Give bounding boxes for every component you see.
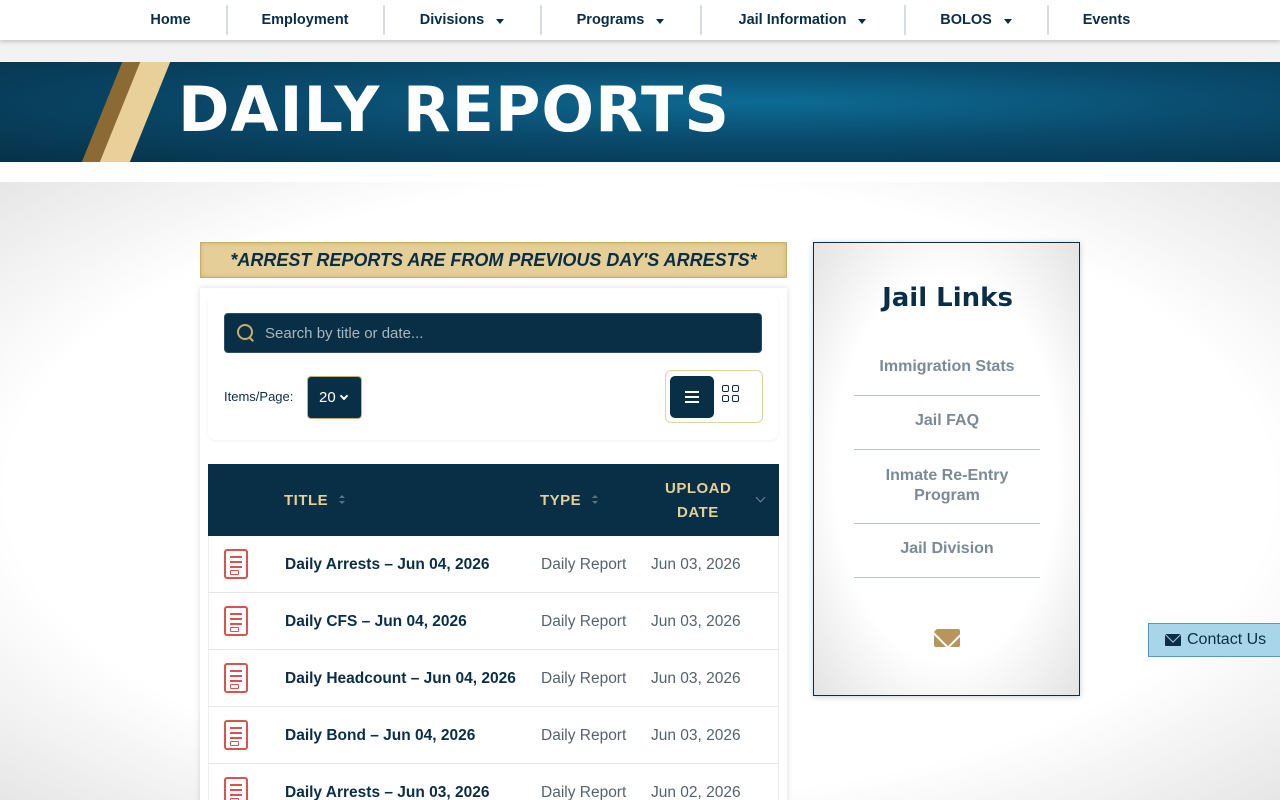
page-title: DAILY REPORTS [178,73,730,146]
sidebar-link-immigration-stats[interactable]: Immigration Stats [854,358,1040,376]
nav-programs-label: Programs [576,12,645,28]
grid-icon [722,385,729,392]
page-banner: DAILY REPORTS [0,62,1280,162]
table-header: TITLE TYPE UPLOAD DATE [208,464,779,536]
grid-icon [722,395,729,402]
column-upload-date[interactable]: UPLOAD [665,480,731,497]
sort-icon[interactable] [339,495,345,505]
view-toggle [665,370,763,423]
row-title-link[interactable]: Daily Arrests – Jun 04, 2026 [285,556,490,574]
row-type: Daily Report [541,613,627,630]
banner-divider [0,162,1280,182]
table-row[interactable]: Daily Bond – Jun 04, 2026 Daily Report J… [208,707,779,764]
nav-jail-information[interactable]: Jail Information [702,0,904,40]
sidebar-link-jail-division[interactable]: Jail Division [854,540,1040,558]
grid-view-button[interactable] [722,384,740,402]
nav-events[interactable]: Events [1049,0,1165,40]
nav-employment[interactable]: Employment [228,0,383,40]
nav-bolos-label: BOLOS [940,12,992,28]
row-title-link[interactable]: Daily Bond – Jun 04, 2026 [285,727,475,745]
table-row[interactable]: Daily Headcount – Jun 04, 2026 Daily Rep… [208,650,779,707]
table-row[interactable]: Daily Arrests – Jun 04, 2026 Daily Repor… [208,536,779,593]
column-upload-date-line2[interactable]: DATE [677,504,719,521]
nav-programs[interactable]: Programs [542,0,700,40]
row-title-link[interactable]: Daily Arrests – Jun 03, 2026 [285,784,490,800]
pdf-document-icon [224,777,248,800]
row-type: Daily Report [541,670,627,687]
table-row[interactable]: Daily CFS – Jun 04, 2026 Daily Report Ju… [208,593,779,650]
caret-down-icon [1003,18,1012,24]
sidebar-divider [854,395,1040,396]
row-date: Jun 03, 2026 [651,727,741,744]
pdf-document-icon [224,720,248,750]
row-title-link[interactable]: Daily CFS – Jun 04, 2026 [285,613,467,631]
nav-divisions-label: Divisions [419,12,485,28]
chevron-down-icon [339,391,348,401]
sidebar-link-jail-faq[interactable]: Jail FAQ [854,412,1040,430]
sidebar-divider [854,523,1040,524]
row-date: Jun 03, 2026 [651,556,741,573]
nav-employment-label: Employment [261,12,349,28]
nav-jail-information-label: Jail Information [738,12,847,28]
items-per-page-label: Items/Page: [224,389,294,404]
nav-home[interactable]: Home [116,0,226,40]
column-title[interactable]: TITLE [284,492,328,509]
sidebar-divider [854,449,1040,450]
list-icon [685,391,699,393]
sidebar-divider [854,577,1040,578]
list-view-button[interactable] [670,376,714,418]
list-icon [685,396,699,398]
items-per-page-value: 20 [319,389,336,406]
items-per-page-select[interactable]: 20 [307,376,362,419]
caret-down-icon [496,18,505,24]
row-date: Jun 02, 2026 [651,784,741,800]
sort-icon[interactable] [592,495,598,505]
top-navigation: Home Employment Divisions Programs Jail … [0,0,1280,40]
pdf-document-icon [224,663,248,693]
search-input[interactable] [265,324,745,342]
sort-desc-icon[interactable] [755,492,766,503]
search-icon [237,324,255,342]
sidebar-link-inmate-reentry[interactable]: Inmate Re-Entry Program [854,466,1040,506]
nav-events-label: Events [1082,12,1131,28]
envelope-icon[interactable] [934,629,960,647]
arrest-notice: *ARREST REPORTS ARE FROM PREVIOUS DAY'S … [200,242,787,278]
caret-down-icon [858,18,867,24]
row-date: Jun 03, 2026 [651,613,741,630]
grid-icon [732,385,739,392]
pdf-document-icon [224,606,248,636]
grid-icon [732,395,739,402]
reports-card: Items/Page: 20 TITLE TYPE UPLOAD DATE Da… [200,288,787,800]
search-box[interactable] [224,313,762,353]
row-title-link[interactable]: Daily Headcount – Jun 04, 2026 [285,670,516,688]
envelope-icon [1165,634,1181,646]
row-type: Daily Report [541,727,627,744]
nav-home-label: Home [150,12,191,28]
row-type: Daily Report [541,784,627,800]
nav-bolos[interactable]: BOLOS [906,0,1047,40]
contact-us-label: Contact Us [1187,631,1267,648]
row-type: Daily Report [541,556,627,573]
sidebar-title: Jail Links [882,283,1013,313]
contact-us-button[interactable]: Contact Us [1148,623,1280,657]
column-type[interactable]: TYPE [540,492,581,509]
table-row[interactable]: Daily Arrests – Jun 03, 2026 Daily Repor… [208,764,779,800]
pdf-document-icon [224,549,248,579]
row-date: Jun 03, 2026 [651,670,741,687]
nav-divisions[interactable]: Divisions [385,0,540,40]
list-icon [685,401,699,403]
caret-down-icon [656,18,665,24]
jail-links-sidebar: Jail Links Immigration Stats Jail FAQ In… [813,242,1080,696]
